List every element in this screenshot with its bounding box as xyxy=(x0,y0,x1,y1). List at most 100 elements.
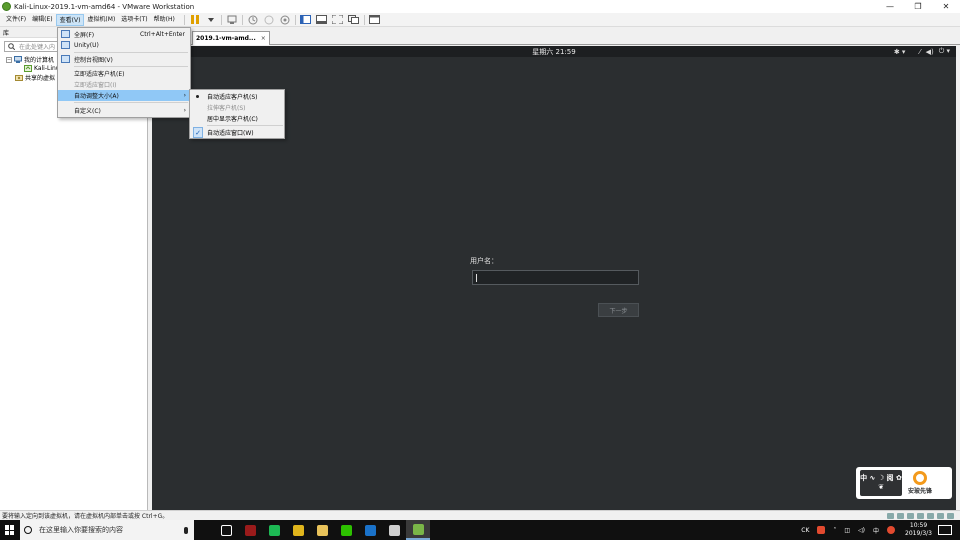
system-tray: CK ˄ ◫ ◁) 中 10:59 2019/3/3 xyxy=(797,520,960,540)
system-clock[interactable]: 10:59 2019/3/3 xyxy=(905,522,932,538)
taskbar-search-box[interactable]: 在这里输入你要搜索的内容 xyxy=(20,520,194,540)
toolbar-separator xyxy=(220,14,222,25)
guest-clock[interactable]: 星期六 21:59 xyxy=(532,47,575,57)
explorer-icon[interactable] xyxy=(310,520,334,540)
app-icon-4[interactable] xyxy=(382,520,406,540)
chevron-down-icon[interactable] xyxy=(205,14,217,25)
message-log-icon[interactable] xyxy=(947,512,954,519)
submenu-item-label: 自动适应客户机(S) xyxy=(207,94,258,101)
next-button[interactable]: 下一步 xyxy=(598,303,639,317)
accessibility-icon[interactable]: ✱ ▾ xyxy=(894,48,906,56)
window-title: Kali-Linux-2019.1-vm-amd64 - VMware Work… xyxy=(14,2,195,11)
app-icon-1[interactable] xyxy=(238,520,262,540)
menu-item-full-screen[interactable]: 全屏(F) Ctrl+Alt+Enter xyxy=(58,29,190,40)
unity-icon[interactable] xyxy=(348,14,360,25)
menu-help[interactable]: 帮助(H) xyxy=(151,14,178,26)
search-icon xyxy=(8,43,15,50)
menu-file[interactable]: 文件(F) xyxy=(3,14,29,26)
menu-item-autosize[interactable]: 自动调整大小(A) › xyxy=(58,90,190,101)
app-icon-3[interactable] xyxy=(358,520,382,540)
maximize-button[interactable]: ❐ xyxy=(904,0,932,13)
collapse-icon[interactable]: − xyxy=(6,56,12,63)
tray-app-icon[interactable] xyxy=(817,526,826,534)
tab-close-icon[interactable]: × xyxy=(261,35,266,42)
network-tray-icon[interactable]: ◫ xyxy=(844,527,850,534)
full-screen-icon xyxy=(61,30,70,38)
submenu-item-label: 自动适应窗口(W) xyxy=(207,130,254,137)
watermark-left-badge: 中 ∿ ☽ 阅 ✿ ❦ xyxy=(860,470,902,496)
usb-icon[interactable] xyxy=(917,512,924,519)
close-button[interactable]: ✕ xyxy=(932,0,960,13)
vmware-icon[interactable] xyxy=(406,520,430,540)
shared-vms-icon xyxy=(15,75,23,81)
menu-item-label: 立即适应窗口(I) xyxy=(74,82,117,89)
tab-label: 2019.1-vm-amd... xyxy=(196,35,256,42)
guest-top-bar: 星期六 21:59 ✱ ▾ ⁄ ◀) ⏻ ▾ xyxy=(152,46,956,57)
menu-item-customize[interactable]: 自定义(C) › xyxy=(58,105,190,116)
start-button[interactable] xyxy=(0,520,20,540)
username-input[interactable] xyxy=(472,270,639,285)
menu-separator xyxy=(74,102,188,103)
unity-icon xyxy=(61,41,70,49)
volume-tray-icon[interactable]: ◁) xyxy=(858,527,865,534)
wechat-icon[interactable] xyxy=(334,520,358,540)
submenu-item-autofit-window[interactable]: ✓ 自动适应窗口(W) xyxy=(190,127,284,138)
menu-item-fit-guest-now[interactable]: 立即适应客户机(E) xyxy=(58,68,190,79)
chrome-icon[interactable] xyxy=(286,520,310,540)
send-ctrl-alt-del-icon[interactable] xyxy=(226,14,238,25)
submenu-item-stretch-guest[interactable]: 拉伸客户机(S) xyxy=(190,102,284,113)
library-search-placeholder: 在此处键入内 xyxy=(19,44,56,51)
guest-system-tray: ✱ ▾ ⁄ ◀) ⏻ ▾ xyxy=(889,47,950,56)
console-view-icon[interactable] xyxy=(369,14,381,25)
revert-snapshot-icon[interactable] xyxy=(263,14,275,25)
snapshot-icon[interactable] xyxy=(247,14,259,25)
pause-icon[interactable] xyxy=(189,14,201,25)
console-view-icon xyxy=(61,55,70,63)
app-icon-2[interactable] xyxy=(262,520,286,540)
hard-disk-icon[interactable] xyxy=(887,512,894,519)
show-hidden-icons-icon[interactable]: ˄ xyxy=(833,527,836,534)
menu-item-label: 控制台视图(V) xyxy=(74,57,113,64)
minimize-button[interactable]: — xyxy=(876,0,904,13)
snapshot-manager-icon[interactable] xyxy=(279,14,291,25)
menu-tabs[interactable]: 选项卡(T) xyxy=(118,14,150,26)
vmware-app-icon xyxy=(2,2,11,11)
tree-label: Kali-Linu xyxy=(34,65,60,72)
notification-center-icon[interactable] xyxy=(938,525,952,535)
menu-item-fit-window-now[interactable]: 立即适应窗口(I) xyxy=(58,79,190,90)
device-status-icons xyxy=(884,512,954,519)
network-icon[interactable]: ⁄ xyxy=(919,48,920,56)
username-label: 用户名： xyxy=(470,257,498,265)
tray-ck-label[interactable]: CK xyxy=(801,527,809,534)
menu-item-console-view[interactable]: 控制台视图(V) xyxy=(58,54,190,65)
menu-item-label: 立即适应客户机(E) xyxy=(74,71,125,78)
show-library-icon[interactable] xyxy=(300,14,312,25)
submenu-item-autofit-guest[interactable]: 自动适应客户机(S) xyxy=(190,91,284,102)
library-title: 库 xyxy=(3,30,10,37)
submenu-item-center-guest[interactable]: 居中显示客户机(C) xyxy=(190,113,284,124)
toolbar-separator xyxy=(294,14,296,25)
full-screen-icon[interactable] xyxy=(332,14,344,25)
menu-vm[interactable]: 虚拟机(M) xyxy=(84,14,118,26)
menu-item-unity[interactable]: Unity(U) xyxy=(58,40,190,51)
ime-icon[interactable] xyxy=(887,526,896,534)
toolbar-separator xyxy=(183,14,185,25)
submenu-arrow-icon: › xyxy=(183,107,186,114)
menu-view[interactable]: 查看(V) xyxy=(55,13,85,26)
microphone-icon[interactable] xyxy=(184,526,188,534)
cd-drive-icon[interactable] xyxy=(897,512,904,519)
task-view-icon[interactable] xyxy=(214,520,238,540)
autosize-submenu: 自动适应客户机(S) 拉伸客户机(S) 居中显示客户机(C) ✓ 自动适应窗口(… xyxy=(189,89,285,139)
menu-separator xyxy=(207,125,283,126)
language-indicator[interactable]: 中 xyxy=(873,526,879,535)
sound-card-icon[interactable] xyxy=(927,512,934,519)
overwatch-logo-icon xyxy=(913,471,927,485)
tab-kali-vm[interactable]: 2019.1-vm-amd... × xyxy=(192,31,270,45)
volume-icon[interactable]: ◀) xyxy=(926,48,934,56)
display-icon[interactable] xyxy=(937,512,944,519)
power-icon[interactable]: ⏻ ▾ xyxy=(939,47,950,56)
menu-edit[interactable]: 编辑(E) xyxy=(29,14,55,26)
thumbnail-bar-icon[interactable] xyxy=(316,14,328,25)
network-adapter-icon[interactable] xyxy=(907,512,914,519)
view-menu-dropdown: 全屏(F) Ctrl+Alt+Enter Unity(U) 控制台视图(V) 立… xyxy=(57,27,191,118)
